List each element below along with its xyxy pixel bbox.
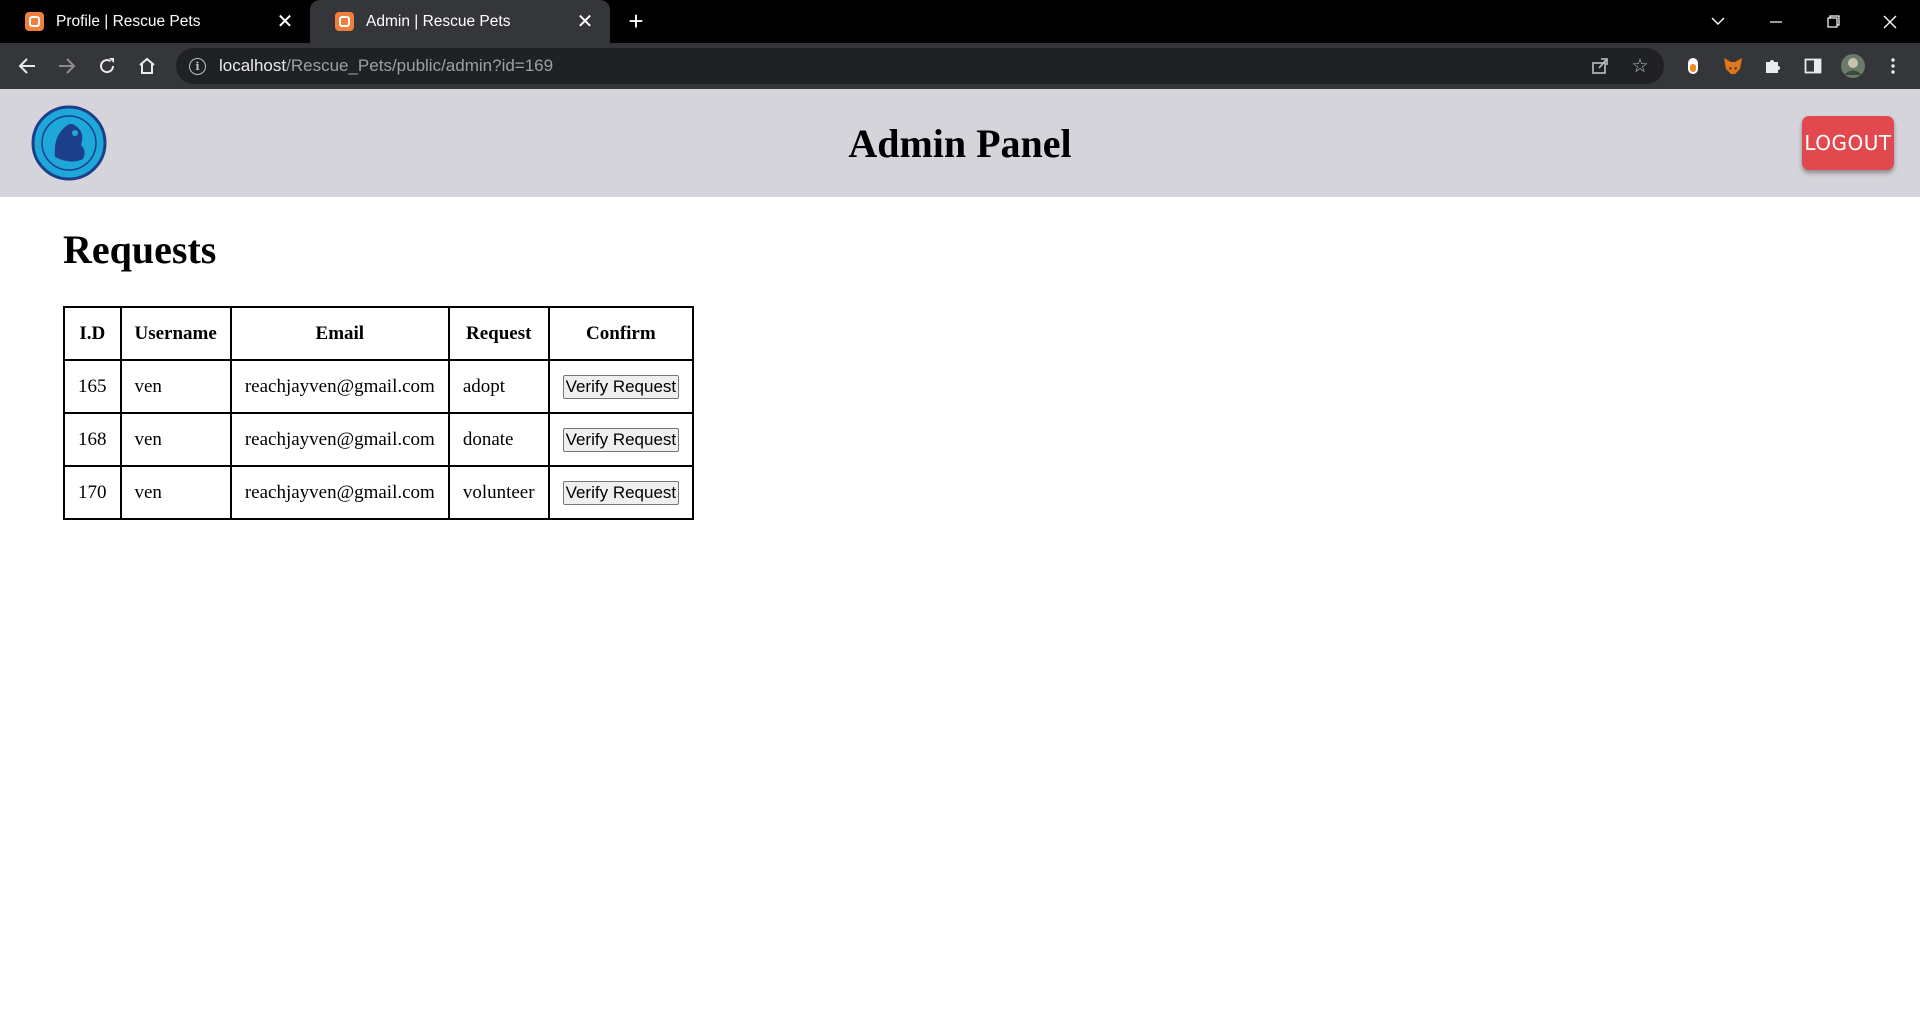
site-info-icon[interactable]: i — [189, 57, 206, 75]
column-header-confirm: Confirm — [547, 306, 695, 361]
restore-icon[interactable] — [1805, 0, 1861, 43]
cell-id: 168 — [63, 412, 122, 467]
tab-title: Admin | Rescue Pets — [366, 12, 511, 30]
column-header-id: I.D — [63, 306, 122, 361]
xampp-favicon-icon — [25, 12, 44, 31]
column-header-email: Email — [229, 306, 450, 361]
cell-confirm: Verify Request — [547, 465, 695, 520]
table-row: 168 ven reachjayven@gmail.com donate Ver… — [63, 412, 695, 467]
tab-admin[interactable]: Admin | Rescue Pets ✕ — [310, 0, 610, 43]
side-panel-icon[interactable] — [1796, 49, 1830, 83]
cell-username: ven — [119, 465, 232, 520]
puzzle-icon[interactable] — [1756, 49, 1790, 83]
cell-username: ven — [119, 359, 232, 414]
verify-request-button[interactable]: Verify Request — [562, 427, 680, 452]
verify-request-button[interactable]: Verify Request — [562, 480, 680, 505]
profile-avatar-icon[interactable] — [1836, 49, 1870, 83]
close-icon[interactable] — [1862, 0, 1918, 43]
cell-email: reachjayven@gmail.com — [229, 412, 450, 467]
url-text[interactable]: localhost/Rescue_Pets/public/admin?id=16… — [219, 56, 553, 76]
tab-search-icon[interactable] — [1690, 0, 1746, 43]
kebab-menu-icon[interactable] — [1876, 49, 1910, 83]
column-header-username: Username — [119, 306, 232, 361]
cell-email: reachjayven@gmail.com — [229, 465, 450, 520]
back-arrow-icon[interactable] — [10, 49, 44, 83]
tab-profile[interactable]: Profile | Rescue Pets ✕ — [0, 0, 310, 43]
cell-request: adopt — [447, 359, 550, 414]
cell-confirm: Verify Request — [547, 359, 695, 414]
logout-button[interactable]: LOGOUT — [1802, 116, 1894, 170]
column-header-request: Request — [447, 306, 550, 361]
requests-table: I.D Username Email Request Confirm 165 v… — [63, 306, 695, 520]
star-icon[interactable]: ☆ — [1622, 48, 1658, 84]
forward-arrow-icon[interactable] — [50, 49, 84, 83]
verify-request-button[interactable]: Verify Request — [562, 374, 680, 399]
table-row: 170 ven reachjayven@gmail.com volunteer … — [63, 465, 695, 520]
browser-toolbar: i localhost/Rescue_Pets/public/admin?id=… — [0, 43, 1920, 89]
xampp-favicon-icon — [335, 12, 354, 31]
table-header-row: I.D Username Email Request Confirm — [63, 306, 695, 361]
close-tab-icon[interactable]: ✕ — [570, 9, 600, 34]
cell-email: reachjayven@gmail.com — [229, 359, 450, 414]
table-row: 165 ven reachjayven@gmail.com adopt Veri… — [63, 359, 695, 414]
address-bar[interactable]: i localhost/Rescue_Pets/public/admin?id=… — [176, 48, 1664, 84]
cell-id: 170 — [63, 465, 122, 520]
extension-orange-icon[interactable] — [1676, 49, 1710, 83]
cell-username: ven — [119, 412, 232, 467]
cell-request: donate — [447, 412, 550, 467]
page-title: Admin Panel — [848, 120, 1072, 166]
metamask-fox-icon[interactable] — [1716, 49, 1750, 83]
share-icon[interactable] — [1582, 48, 1618, 84]
reload-icon[interactable] — [90, 49, 124, 83]
browser-tab-strip: Profile | Rescue Pets ✕ Admin | Rescue P… — [0, 0, 1920, 43]
requests-heading: Requests — [63, 227, 217, 272]
cell-id: 165 — [63, 359, 122, 414]
home-icon[interactable] — [130, 49, 164, 83]
close-tab-icon[interactable]: ✕ — [270, 9, 300, 34]
plus-icon[interactable]: + — [620, 0, 652, 43]
tab-title: Profile | Rescue Pets — [56, 12, 201, 30]
cell-confirm: Verify Request — [547, 412, 695, 467]
minimize-icon[interactable] — [1748, 0, 1804, 43]
site-header: Admin Panel LOGOUT — [0, 89, 1920, 197]
cell-request: volunteer — [447, 465, 550, 520]
